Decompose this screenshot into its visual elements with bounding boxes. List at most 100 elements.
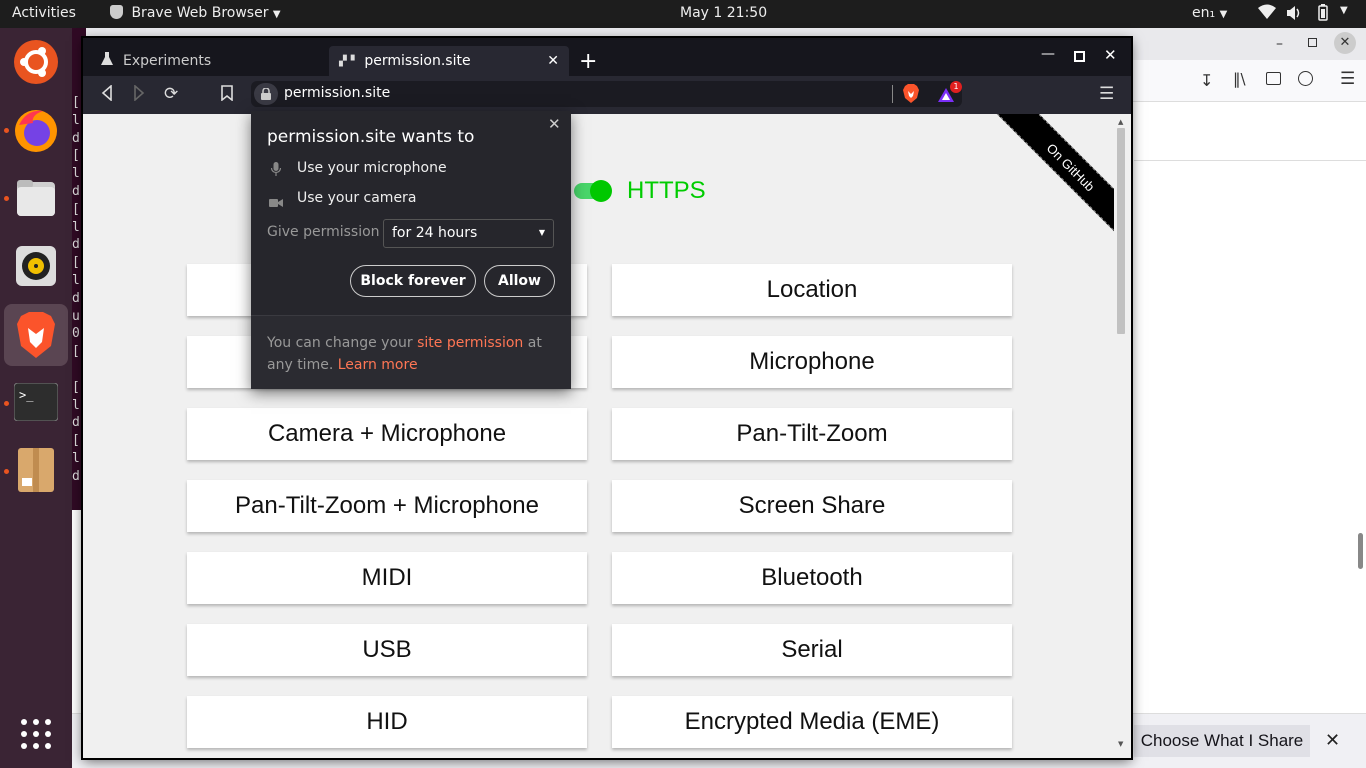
dock: >_ bbox=[0, 28, 72, 768]
tab-permission-site[interactable]: ▞▝ permission.site ✕ bbox=[329, 46, 569, 76]
sidebar-icon[interactable] bbox=[1266, 72, 1281, 85]
page-content: HTTPS On GitHub Camera + Microphone Pan-… bbox=[86, 114, 1128, 754]
menu-icon[interactable]: ☰ bbox=[1340, 69, 1355, 89]
usb-button[interactable]: USB bbox=[187, 624, 587, 676]
toggle-knob bbox=[590, 180, 612, 202]
camera-microphone-button[interactable]: Camera + Microphone bbox=[187, 408, 587, 460]
battery-icon[interactable] bbox=[1318, 4, 1328, 25]
scrollbar-thumb[interactable] bbox=[1117, 128, 1125, 334]
app-name: Brave Web Browser bbox=[131, 5, 269, 21]
give-permission-label: Give permission bbox=[267, 224, 380, 240]
hid-button[interactable]: HID bbox=[187, 696, 587, 748]
wifi-icon[interactable] bbox=[1258, 4, 1276, 24]
forward-icon[interactable] bbox=[133, 84, 145, 105]
rewards-badge: 1 bbox=[950, 81, 962, 93]
show-applications-icon[interactable] bbox=[12, 710, 60, 758]
close-prompt-icon[interactable]: ✕ bbox=[548, 115, 561, 133]
ubuntu-software-icon[interactable] bbox=[12, 38, 60, 86]
terminal-icon[interactable]: >_ bbox=[12, 378, 60, 426]
clock[interactable]: May 1 21:50 bbox=[680, 5, 767, 21]
https-toggle[interactable] bbox=[574, 180, 612, 202]
reload-icon[interactable]: ⟳ bbox=[164, 84, 178, 104]
close-icon[interactable]: ✕ bbox=[1334, 32, 1356, 54]
microphone-button[interactable]: Microphone bbox=[612, 336, 1012, 388]
files-icon[interactable] bbox=[12, 174, 60, 222]
choose-what-i-share-button[interactable]: Choose What I Share bbox=[1134, 725, 1310, 757]
system-menu-chevron-icon[interactable]: ▼ bbox=[1340, 5, 1348, 16]
brave-small-icon bbox=[110, 5, 123, 19]
running-indicator bbox=[4, 469, 9, 474]
lock-icon[interactable] bbox=[254, 83, 278, 105]
brave-dock-icon[interactable] bbox=[4, 304, 68, 366]
url-text[interactable]: permission.site bbox=[284, 85, 390, 101]
site-favicon-icon: ▞▝ bbox=[339, 55, 355, 67]
address-bar[interactable]: permission.site 1 bbox=[251, 81, 962, 107]
maximize-icon[interactable] bbox=[1074, 51, 1085, 62]
encrypted-media-button[interactable]: Encrypted Media (EME) bbox=[612, 696, 1012, 748]
chevron-down-icon: ▼ bbox=[272, 9, 281, 20]
restore-icon[interactable] bbox=[1308, 38, 1317, 47]
permission-prompt: permission.site wants to ✕ Use your micr… bbox=[251, 111, 571, 389]
scroll-up-icon[interactable]: ▲ bbox=[1118, 118, 1123, 126]
hamburger-menu-icon[interactable]: ☰ bbox=[1099, 84, 1114, 104]
footer-pre: You can change your bbox=[267, 335, 418, 351]
account-icon[interactable] bbox=[1298, 71, 1313, 86]
screen-share-button[interactable]: Screen Share bbox=[612, 480, 1012, 532]
serial-button[interactable]: Serial bbox=[612, 624, 1012, 676]
location-button[interactable]: Location bbox=[612, 264, 1012, 316]
flask-icon bbox=[101, 52, 113, 70]
library-icon[interactable]: ‖\ bbox=[1233, 70, 1246, 88]
divider bbox=[892, 85, 893, 103]
permission-camera: Use your camera bbox=[297, 190, 417, 206]
brave-shields-icon[interactable] bbox=[903, 84, 919, 107]
svg-text:>_: >_ bbox=[19, 388, 34, 402]
bluetooth-button[interactable]: Bluetooth bbox=[612, 552, 1012, 604]
prompt-footer: You can change your site permission at a… bbox=[251, 315, 571, 389]
top-bar: Activities Brave Web Browser ▼ May 1 21:… bbox=[0, 0, 1366, 28]
allow-button[interactable]: Allow bbox=[484, 265, 555, 297]
learn-more-link[interactable]: Learn more bbox=[338, 357, 418, 373]
running-indicator bbox=[4, 401, 9, 406]
running-indicator bbox=[4, 128, 9, 133]
permission-microphone: Use your microphone bbox=[297, 160, 447, 176]
new-tab-button[interactable]: + bbox=[579, 46, 597, 76]
scroll-down-icon[interactable]: ▼ bbox=[1118, 740, 1123, 748]
duration-value: for 24 hours bbox=[392, 225, 478, 241]
archive-manager-icon[interactable] bbox=[12, 446, 60, 494]
scrollbar-thumb[interactable] bbox=[1358, 533, 1363, 569]
brave-browser-window: Experiments ▞▝ permission.site ✕ + — ✕ ⟳… bbox=[83, 38, 1131, 758]
close-window-icon[interactable]: ✕ bbox=[1104, 46, 1117, 64]
activities-button[interactable]: Activities bbox=[12, 5, 76, 21]
download-icon[interactable]: ↧ bbox=[1200, 71, 1213, 90]
divider bbox=[1134, 160, 1366, 161]
volume-icon[interactable] bbox=[1286, 5, 1302, 25]
tab-experiments[interactable]: Experiments bbox=[91, 46, 329, 76]
site-permission-link[interactable]: site permission bbox=[417, 335, 523, 351]
github-ribbon[interactable]: On GitHub bbox=[976, 114, 1124, 254]
rhythmbox-icon[interactable] bbox=[12, 242, 60, 290]
tab-bar: Experiments ▞▝ permission.site ✕ + — ✕ bbox=[83, 38, 1131, 76]
chevron-down-icon: ▼ bbox=[1219, 9, 1228, 20]
camera-icon bbox=[269, 193, 283, 212]
navigation-toolbar: ⟳ permission.site 1 ☰ bbox=[83, 76, 1131, 114]
app-menu[interactable]: Brave Web Browser ▼ bbox=[110, 5, 281, 21]
midi-button[interactable]: MIDI bbox=[187, 552, 587, 604]
page-scrollbar[interactable]: ▲ ▼ bbox=[1114, 114, 1128, 754]
close-notification-icon[interactable]: ✕ bbox=[1325, 730, 1340, 751]
block-forever-button[interactable]: Block forever bbox=[350, 265, 476, 297]
firefox-icon[interactable] bbox=[12, 106, 60, 154]
minimize-icon[interactable]: – bbox=[1276, 36, 1283, 52]
footer-text: You can change your site permission at a… bbox=[267, 332, 557, 376]
microphone-icon bbox=[270, 161, 282, 180]
https-label: HTTPS bbox=[627, 177, 706, 204]
pan-tilt-zoom-microphone-button[interactable]: Pan-Tilt-Zoom + Microphone bbox=[187, 480, 587, 532]
language-indicator[interactable]: en₁ ▼ bbox=[1192, 5, 1227, 21]
close-tab-icon[interactable]: ✕ bbox=[547, 53, 559, 69]
bookmark-icon[interactable] bbox=[221, 85, 233, 105]
minimize-icon[interactable]: — bbox=[1041, 46, 1055, 62]
prompt-title: permission.site wants to bbox=[267, 127, 475, 147]
duration-select[interactable]: for 24 hours ▼ bbox=[383, 219, 554, 248]
running-indicator bbox=[4, 196, 9, 201]
pan-tilt-zoom-button[interactable]: Pan-Tilt-Zoom bbox=[612, 408, 1012, 460]
back-icon[interactable] bbox=[101, 84, 113, 105]
